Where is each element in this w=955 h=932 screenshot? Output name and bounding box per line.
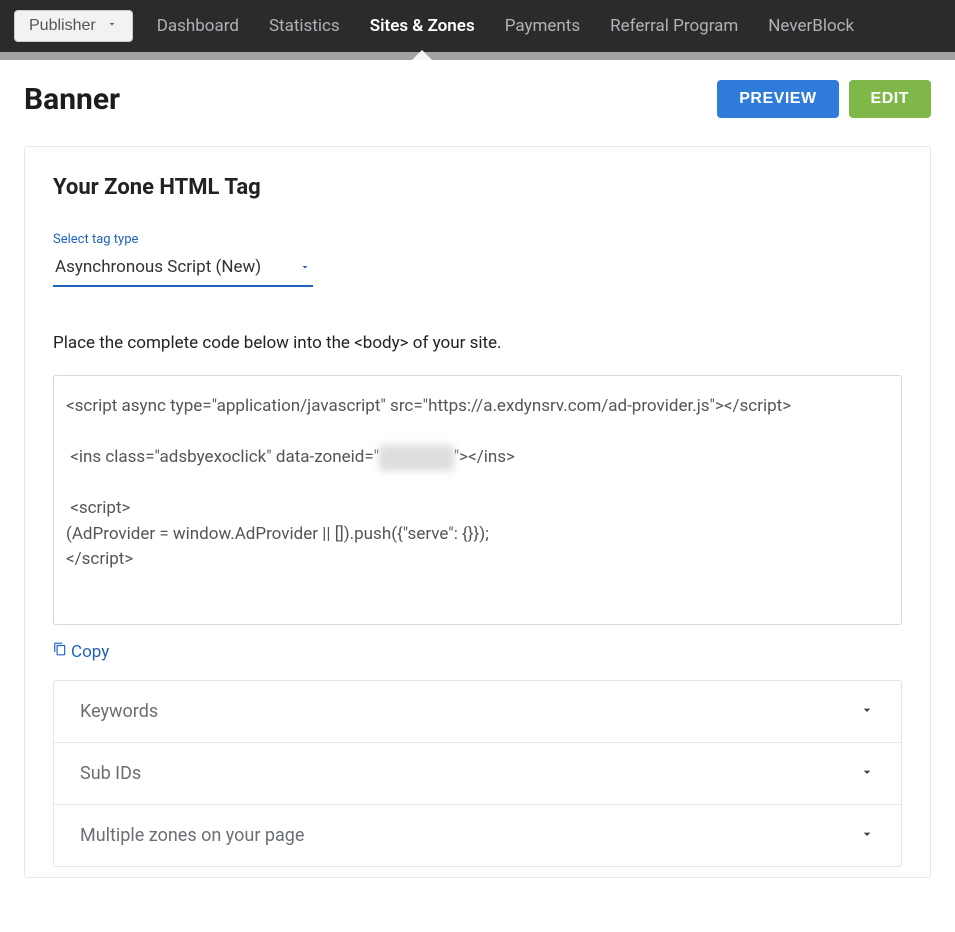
accordion-label: Keywords [80, 701, 158, 722]
code-line-3: <script> [66, 498, 130, 518]
nav-neverblock[interactable]: NeverBlock [768, 10, 854, 42]
page-header: Banner PREVIEW EDIT [24, 80, 931, 118]
zone-id-redacted: XXXXXXX [379, 445, 454, 471]
page-actions: PREVIEW EDIT [717, 80, 931, 118]
page-body: Banner PREVIEW EDIT Your Zone HTML Tag S… [0, 60, 955, 918]
code-box[interactable]: <script async type="application/javascri… [53, 375, 902, 625]
instructions-text: Place the complete code below into the <… [53, 333, 902, 353]
accordion-keywords[interactable]: Keywords [54, 681, 901, 743]
nav-sites-zones[interactable]: Sites & Zones [370, 10, 475, 42]
accordion-sub-ids[interactable]: Sub IDs [54, 743, 901, 805]
code-line-4: (AdProvider = window.AdProvider || []).p… [66, 524, 489, 544]
code-line-2-pre: <ins class="adsbyexoclick" data-zoneid=" [66, 447, 379, 467]
edit-button[interactable]: EDIT [849, 80, 931, 118]
preview-button[interactable]: PREVIEW [717, 80, 838, 118]
chevron-down-icon [106, 17, 118, 35]
accordion-label: Multiple zones on your page [80, 825, 304, 846]
chevron-down-icon [859, 826, 875, 846]
code-line-5: </script> [66, 549, 133, 569]
dropdown-icon [299, 258, 311, 277]
chevron-down-icon [859, 702, 875, 722]
nav-divider [0, 52, 955, 60]
page-title: Banner [24, 82, 120, 117]
tag-type-label: Select tag type [53, 232, 902, 247]
nav-statistics[interactable]: Statistics [269, 10, 340, 42]
nav-referral-program[interactable]: Referral Program [610, 10, 738, 42]
tag-type-select[interactable]: Asynchronous Script (New) [53, 253, 313, 287]
accordion-label: Sub IDs [80, 763, 141, 784]
role-label: Publisher [29, 17, 96, 35]
copy-button[interactable]: Copy [53, 641, 109, 662]
code-line-2-post: "></ins> [454, 447, 515, 467]
accordion: Keywords Sub IDs Multiple zones on your … [53, 680, 902, 867]
tag-type-value: Asynchronous Script (New) [55, 257, 261, 277]
nav-items: Dashboard Statistics Sites & Zones Payme… [157, 10, 854, 42]
accordion-multiple-zones[interactable]: Multiple zones on your page [54, 805, 901, 867]
nav-payments[interactable]: Payments [505, 10, 580, 42]
section-title: Your Zone HTML Tag [53, 175, 902, 200]
nav-dashboard[interactable]: Dashboard [157, 10, 239, 42]
role-selector[interactable]: Publisher [14, 10, 133, 42]
chevron-down-icon [859, 764, 875, 784]
copy-icon [53, 641, 67, 662]
copy-label: Copy [71, 642, 109, 662]
top-nav: Publisher Dashboard Statistics Sites & Z… [0, 0, 955, 52]
zone-card: Your Zone HTML Tag Select tag type Async… [24, 146, 931, 878]
code-line-1: <script async type="application/javascri… [66, 396, 791, 416]
